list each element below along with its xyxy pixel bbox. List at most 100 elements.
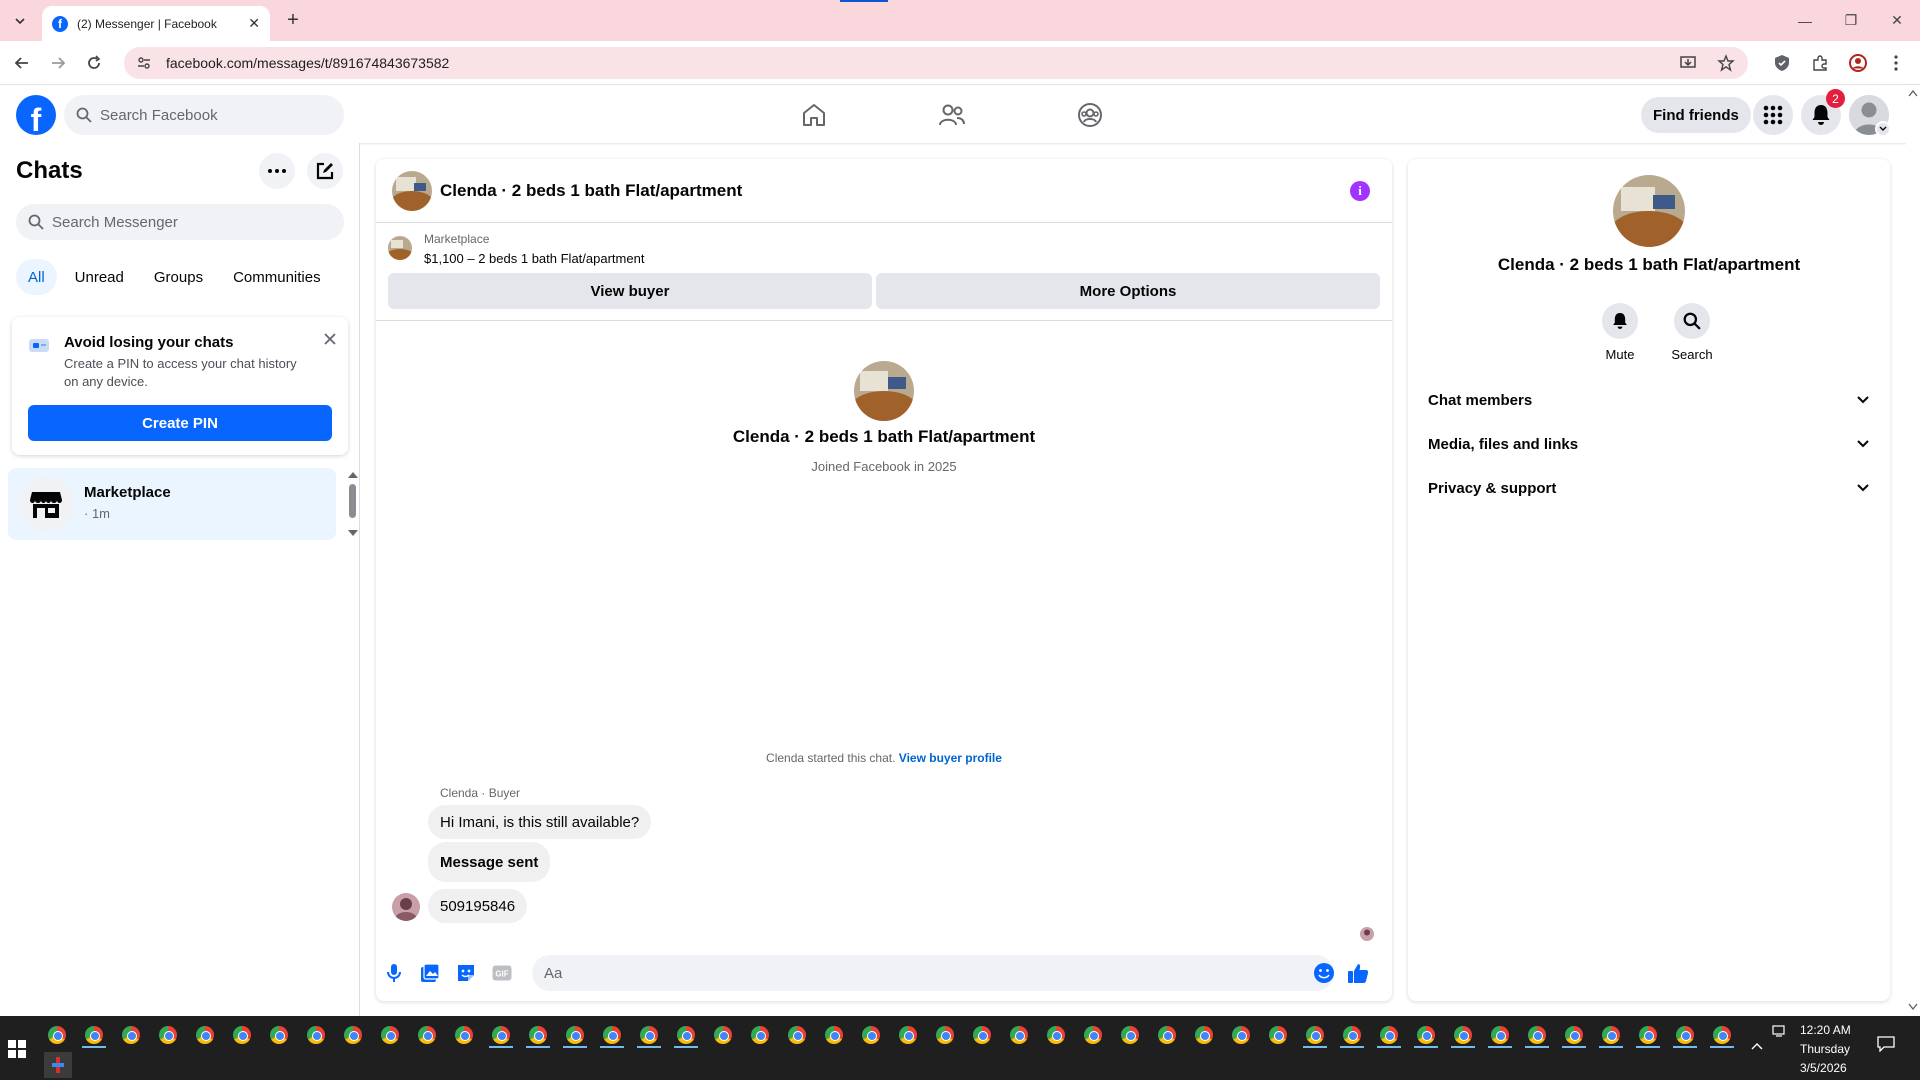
taskbar-browser-window-icon[interactable] (307, 1026, 325, 1044)
view-buyer-profile-link[interactable]: View buyer profile (899, 751, 1002, 765)
scroll-down-arrow-icon[interactable] (348, 530, 358, 536)
chat-options-button[interactable] (259, 153, 295, 189)
taskbar-browser-window-icon[interactable] (1232, 1026, 1250, 1044)
nav-groups[interactable] (1034, 86, 1146, 143)
taskbar-browser-window-icon[interactable] (751, 1026, 769, 1044)
thumbs-up-icon[interactable] (1346, 961, 1370, 985)
facebook-search-input[interactable]: Search Facebook (64, 95, 344, 135)
message-input[interactable]: Aa (532, 955, 1334, 991)
taskbar-browser-window-icon[interactable] (1195, 1026, 1213, 1044)
sidebar-scrollbar[interactable] (344, 470, 360, 540)
facebook-logo-icon[interactable]: f (16, 95, 56, 135)
notification-center-icon[interactable] (1877, 1036, 1895, 1055)
taskbar-browser-window-icon[interactable] (1417, 1026, 1435, 1044)
taskbar-browser-window-icon[interactable] (381, 1026, 399, 1044)
info-icon[interactable]: i (1350, 181, 1370, 201)
omnibox[interactable]: facebook.com/messages/t/891674843673582 (124, 47, 1748, 79)
sidebar-scroll-thumb[interactable] (349, 484, 356, 518)
taskbar-browser-window-icon[interactable] (714, 1026, 732, 1044)
conversation-item-marketplace[interactable]: Marketplace · 1m (8, 468, 336, 540)
section-privacy-support[interactable]: Privacy & support (1416, 466, 1882, 510)
mute-bell-icon[interactable] (1602, 303, 1638, 339)
details-avatar[interactable] (1613, 175, 1685, 247)
taskbar-browser-window-icon[interactable] (492, 1026, 510, 1044)
taskbar-browser-window-icon[interactable] (418, 1026, 436, 1044)
search-icon[interactable] (1674, 303, 1710, 339)
taskbar-clock[interactable]: 12:20 AM Thursday 3/5/2026 (1800, 1021, 1880, 1078)
taskbar-browser-window-icon[interactable] (1454, 1026, 1472, 1044)
taskbar-browser-window-icon[interactable] (1047, 1026, 1065, 1044)
new-tab-button[interactable]: + (281, 8, 305, 32)
taskbar-browser-window-icon[interactable] (1121, 1026, 1139, 1044)
minimize-icon[interactable]: — (1782, 0, 1828, 41)
section-media-files-links[interactable]: Media, files and links (1416, 422, 1882, 466)
taskbar-browser-window-icon[interactable] (1380, 1026, 1398, 1044)
message-bubble[interactable]: Message sent (428, 842, 551, 882)
taskbar-browser-window-icon[interactable] (159, 1026, 177, 1044)
taskbar-browser-window-icon[interactable] (48, 1026, 66, 1044)
mute-action[interactable]: Mute (1590, 303, 1650, 362)
taskbar-browser-window-icon[interactable] (1676, 1026, 1694, 1044)
voice-clip-icon[interactable] (382, 961, 406, 985)
taskbar-browser-window-icon[interactable] (677, 1026, 695, 1044)
listing-title[interactable]: $1,100 – 2 beds 1 bath Flat/apartment (424, 251, 644, 266)
taskbar-browser-window-icon[interactable] (270, 1026, 288, 1044)
reload-icon[interactable] (82, 51, 106, 75)
taskbar-browser-window-icon[interactable] (1602, 1026, 1620, 1044)
extensions-puzzle-icon[interactable] (1808, 51, 1832, 75)
sender-avatar[interactable] (392, 893, 420, 921)
taskbar-browser-window-icon[interactable] (566, 1026, 584, 1044)
gif-icon[interactable]: GIF (490, 961, 514, 985)
find-friends-button[interactable]: Find friends (1641, 97, 1751, 133)
taskbar-browser-window-icon[interactable] (788, 1026, 806, 1044)
scroll-up-arrow-icon[interactable] (348, 472, 358, 478)
bookmark-star-icon[interactable] (1716, 53, 1736, 73)
conversation-title[interactable]: Clenda · 2 beds 1 bath Flat/apartment (440, 181, 742, 201)
taskbar-browser-window-icon[interactable] (825, 1026, 843, 1044)
pin-card-close-icon[interactable] (318, 327, 342, 351)
nav-friends[interactable] (896, 86, 1008, 143)
taskbar-browser-window-icon[interactable] (603, 1026, 621, 1044)
page-scrollbar[interactable] (1906, 86, 1920, 1016)
back-icon[interactable] (10, 51, 34, 75)
view-buyer-button[interactable]: View buyer (388, 273, 872, 309)
new-message-button[interactable] (307, 153, 343, 189)
restore-icon[interactable]: ❐ (1828, 0, 1874, 41)
taskbar-browser-window-icon[interactable] (344, 1026, 362, 1044)
taskbar-browser-window-icon[interactable] (233, 1026, 251, 1044)
shield-extension-icon[interactable] (1770, 51, 1794, 75)
profile-circle-icon[interactable] (1846, 51, 1870, 75)
taskbar-browser-window-icon[interactable] (1565, 1026, 1583, 1044)
browser-tab[interactable]: f (2) Messenger | Facebook ✕ (42, 6, 270, 41)
taskbar-browser-window-icon[interactable] (1639, 1026, 1657, 1044)
taskbar-browser-window-icon[interactable] (899, 1026, 917, 1044)
filter-all[interactable]: All (16, 259, 57, 295)
message-bubble[interactable]: Hi Imani, is this still available? (428, 805, 652, 839)
taskbar-browser-window-icon[interactable] (1713, 1026, 1731, 1044)
menu-grid-button[interactable] (1753, 95, 1793, 135)
filter-unread[interactable]: Unread (63, 259, 136, 295)
tray-overflow-icon[interactable] (1750, 1038, 1764, 1054)
sticker-icon[interactable] (454, 961, 478, 985)
tab-close-icon[interactable]: ✕ (248, 15, 260, 32)
message-bubble[interactable]: 509195846 (428, 889, 528, 923)
taskbar-browser-window-icon[interactable] (936, 1026, 954, 1044)
forward-icon[interactable] (46, 51, 70, 75)
browser-menu-icon[interactable] (1884, 51, 1908, 75)
taskbar-browser-window-icon[interactable] (862, 1026, 880, 1044)
taskbar-browser-window-icon[interactable] (1269, 1026, 1287, 1044)
more-options-button[interactable]: More Options (876, 273, 1380, 309)
messenger-search-input[interactable]: Search Messenger (16, 204, 344, 240)
contact-avatar[interactable] (392, 171, 432, 211)
taskbar-browser-window-icon[interactable] (529, 1026, 547, 1044)
tab-search-button[interactable] (8, 9, 32, 33)
filter-groups[interactable]: Groups (142, 259, 215, 295)
taskbar-browser-window-icon[interactable] (640, 1026, 658, 1044)
intro-avatar[interactable] (854, 361, 914, 421)
taskbar-browser-window-icon[interactable] (85, 1026, 103, 1044)
create-pin-button[interactable]: Create PIN (28, 405, 332, 441)
taskbar-active-app-icon[interactable] (44, 1052, 72, 1078)
taskbar-browser-window-icon[interactable] (1343, 1026, 1361, 1044)
emoji-icon[interactable] (1312, 961, 1336, 985)
windows-start-icon[interactable] (8, 1040, 26, 1058)
